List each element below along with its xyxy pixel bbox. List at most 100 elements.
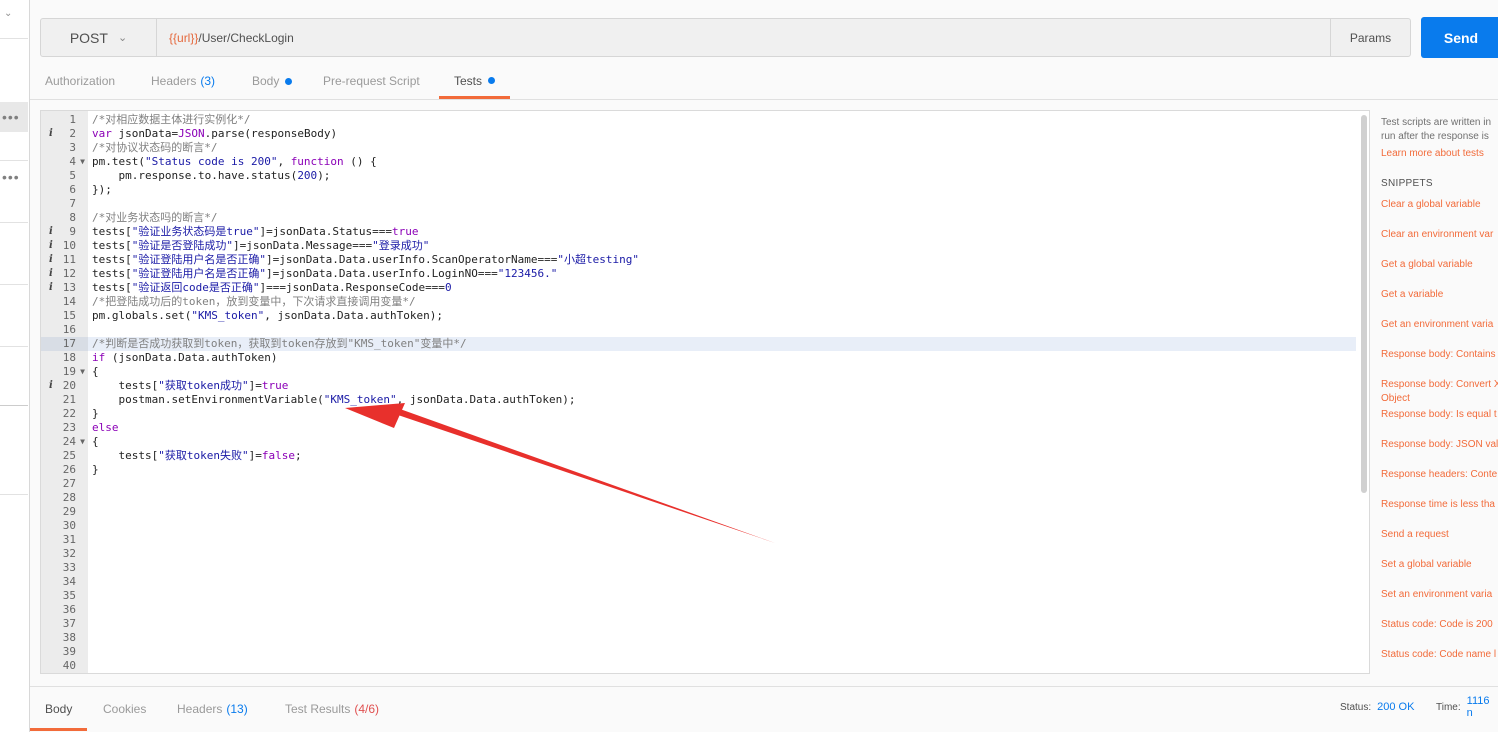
snippet-link[interactable]: Clear a global variable: [1381, 198, 1481, 212]
code-line[interactable]: [88, 575, 1356, 589]
code-line[interactable]: tests["获取token失败"]=false;: [88, 449, 1356, 463]
code-line[interactable]: [88, 505, 1356, 519]
code-line[interactable]: [88, 197, 1356, 211]
line-number-text: 33: [62, 561, 76, 574]
code-line[interactable]: [88, 323, 1356, 337]
line-number: 5: [41, 169, 88, 183]
fold-arrow-icon[interactable]: ▼: [80, 435, 85, 449]
code-line[interactable]: if (jsonData.Data.authToken): [88, 351, 1356, 365]
snippets-heading: SNIPPETS: [1381, 178, 1433, 189]
code-line[interactable]: pm.globals.set("KMS_token", jsonData.Dat…: [88, 309, 1356, 323]
info-icon[interactable]: i: [49, 225, 53, 239]
code-line[interactable]: tests["获取token成功"]=true: [88, 379, 1356, 393]
code-line[interactable]: tests["验证返回code是否正确"]===jsonData.Respons…: [88, 281, 1356, 295]
code-line[interactable]: [88, 659, 1356, 673]
code-line[interactable]: [88, 631, 1356, 645]
line-number-text: 35: [62, 589, 76, 602]
code-line[interactable]: postman.setEnvironmentVariable("KMS_toke…: [88, 393, 1356, 407]
request-url-bar: POST ⌄ {{url}}/User/CheckLogin Params: [40, 18, 1411, 57]
chevron-down-icon[interactable]: ⌄: [4, 8, 12, 19]
fold-arrow-icon[interactable]: ▼: [80, 155, 85, 169]
code-line[interactable]: });: [88, 183, 1356, 197]
send-button[interactable]: Send: [1421, 17, 1498, 58]
code-line[interactable]: [88, 645, 1356, 659]
snippet-link[interactable]: Get a global variable: [1381, 258, 1473, 272]
info-icon[interactable]: i: [49, 239, 53, 253]
url-input[interactable]: {{url}}/User/CheckLogin: [158, 19, 1331, 56]
code-line[interactable]: /*对协议状态码的断言*/: [88, 141, 1356, 155]
code-line[interactable]: tests["验证登陆用户名是否正确"]=jsonData.Data.userI…: [88, 267, 1356, 281]
code-line[interactable]: pm.response.to.have.status(200);: [88, 169, 1356, 183]
code-line[interactable]: pm.test("Status code is 200", function (…: [88, 155, 1356, 169]
snippet-link[interactable]: Clear an environment var: [1381, 228, 1493, 242]
tab-body[interactable]: Body: [252, 62, 293, 100]
info-icon[interactable]: i: [49, 253, 53, 267]
code-line[interactable]: /*把登陆成功后的token，放到变量中，下次请求直接调用变量*/: [88, 295, 1356, 309]
tab-response-headers[interactable]: Headers (13): [177, 687, 248, 731]
info-icon[interactable]: i: [49, 127, 53, 141]
snippet-link[interactable]: Set a global variable: [1381, 558, 1472, 572]
code-line[interactable]: tests["验证登陆用户名是否正确"]=jsonData.Data.userI…: [88, 253, 1356, 267]
code-line[interactable]: /*对业务状态吗的断言*/: [88, 211, 1356, 225]
code-line[interactable]: [88, 617, 1356, 631]
snippet-link[interactable]: Set an environment varia: [1381, 588, 1492, 602]
tab-authorization[interactable]: Authorization: [45, 62, 115, 100]
code-line[interactable]: [88, 603, 1356, 617]
snippet-link[interactable]: Response body: Convert X: [1381, 378, 1498, 392]
code-line-text: tests["验证返回code是否正确"]===jsonData.Respons…: [92, 281, 452, 294]
snippet-link[interactable]: Object: [1381, 392, 1410, 406]
code-line[interactable]: /*对相应数据主体进行实例化*/: [88, 113, 1356, 127]
snippet-link[interactable]: Response body: Is equal t: [1381, 408, 1497, 422]
method-select[interactable]: POST ⌄: [41, 19, 157, 56]
snippet-link[interactable]: Get a variable: [1381, 288, 1443, 302]
snippet-link[interactable]: Status code: Code name l: [1381, 648, 1496, 662]
code-line[interactable]: }: [88, 407, 1356, 421]
line-number-text: 39: [62, 645, 76, 658]
code-line[interactable]: [88, 477, 1356, 491]
tab-pre-request-script[interactable]: Pre-request Script: [323, 62, 420, 100]
snippet-link[interactable]: Response body: Contains: [1381, 348, 1496, 362]
more-options-icon[interactable]: •••: [2, 170, 26, 184]
snippets-panel: Test scripts are written in run after th…: [1381, 110, 1498, 680]
code-line[interactable]: tests["验证业务状态码是true"]=jsonData.Status===…: [88, 225, 1356, 239]
snippet-link[interactable]: Response body: JSON valu: [1381, 438, 1498, 452]
code-area[interactable]: /*对相应数据主体进行实例化*/var jsonData=JSON.parse(…: [88, 111, 1356, 673]
code-line[interactable]: {: [88, 365, 1356, 379]
code-line[interactable]: [88, 547, 1356, 561]
code-line[interactable]: var jsonData=JSON.parse(responseBody): [88, 127, 1356, 141]
code-line[interactable]: /*判断是否成功获取到token，获取到token存放到"KMS_token"变…: [88, 337, 1356, 351]
editor-scrollbar[interactable]: [1361, 115, 1367, 493]
info-icon[interactable]: i: [49, 267, 53, 281]
snippet-link[interactable]: Send a request: [1381, 528, 1449, 542]
params-button[interactable]: Params: [1330, 19, 1410, 56]
code-line[interactable]: {: [88, 435, 1356, 449]
snippet-link[interactable]: Response headers: Conte: [1381, 468, 1497, 482]
tab-cookies[interactable]: Cookies: [103, 687, 146, 731]
snippet-link[interactable]: Status code: Code is 200: [1381, 618, 1493, 632]
tests-code-editor[interactable]: 1 2 i 3 4 ▼ 5 6 7 8 9 i 10 i 11 i 12 i 13 i 14 15 16 17 18 19 ▼ 20 i…: [40, 110, 1370, 674]
code-line[interactable]: [88, 589, 1356, 603]
line-number: 2i: [41, 127, 88, 141]
tab-test-results[interactable]: Test Results (4/6): [285, 687, 379, 731]
more-options-icon[interactable]: •••: [2, 110, 26, 124]
chevron-down-icon: ⌄: [117, 32, 128, 44]
info-icon[interactable]: i: [49, 379, 53, 393]
code-line[interactable]: [88, 561, 1356, 575]
code-line[interactable]: [88, 519, 1356, 533]
code-line[interactable]: [88, 491, 1356, 505]
code-line[interactable]: [88, 533, 1356, 547]
code-line[interactable]: else: [88, 421, 1356, 435]
tab-tests[interactable]: Tests: [439, 62, 511, 99]
snippet-link[interactable]: Response time is less tha: [1381, 498, 1495, 512]
tab-label: Pre-request Script: [323, 74, 420, 88]
fold-arrow-icon[interactable]: ▼: [80, 365, 85, 379]
snippet-link[interactable]: Get an environment varia: [1381, 318, 1493, 332]
info-icon[interactable]: i: [49, 281, 53, 295]
sidebar-divider: [0, 494, 28, 495]
code-line-text: {: [92, 435, 99, 448]
tab-headers[interactable]: Headers (3): [151, 62, 215, 100]
learn-more-link[interactable]: Learn more about tests: [1381, 147, 1484, 161]
code-line[interactable]: tests["验证是否登陆成功"]=jsonData.Message==="登录…: [88, 239, 1356, 253]
code-line[interactable]: }: [88, 463, 1356, 477]
tab-response-body[interactable]: Body: [30, 687, 88, 731]
